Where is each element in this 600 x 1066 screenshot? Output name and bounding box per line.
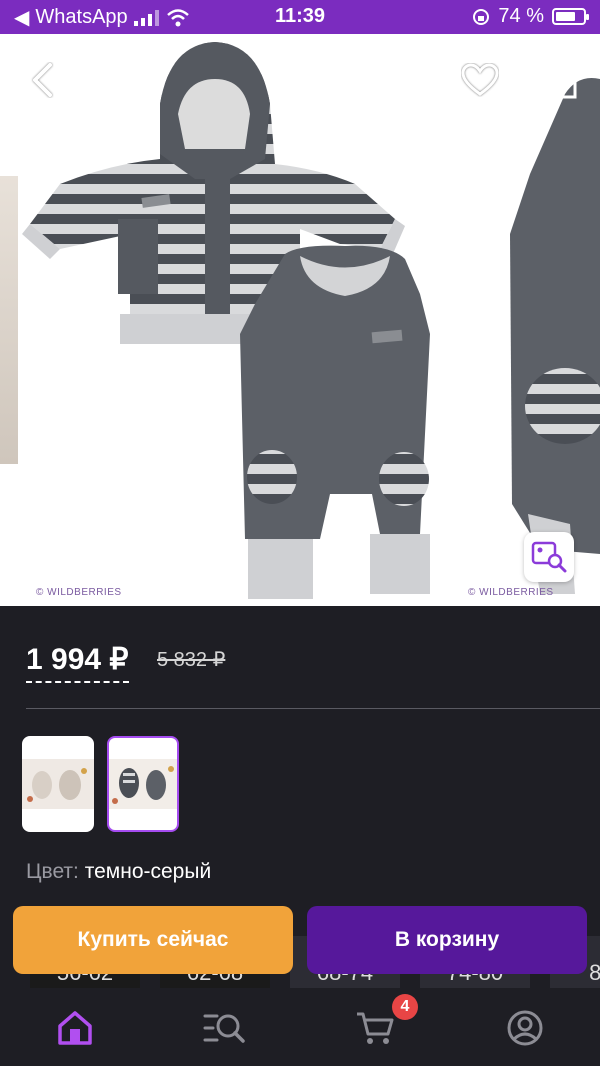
- battery-icon: [552, 8, 589, 25]
- watermark-left: © WILDBERRIES: [36, 587, 122, 598]
- share-icon: [547, 60, 577, 99]
- cart-count-badge: 4: [392, 994, 418, 1020]
- home-icon: [58, 1011, 92, 1045]
- chevron-left-icon: [33, 63, 52, 97]
- divider: [26, 708, 600, 709]
- image-search-icon: [531, 541, 567, 573]
- buy-now-button[interactable]: Купить сейчас: [13, 906, 293, 974]
- visual-search-button[interactable]: [524, 532, 574, 582]
- status-indicators: 74 %: [472, 5, 589, 28]
- old-price: 5 832 ₽: [157, 649, 226, 671]
- catalog-search-icon: [203, 1014, 245, 1043]
- tab-cart[interactable]: [353, 1006, 397, 1050]
- heart-icon: [461, 63, 499, 96]
- cart-icon: [357, 1012, 394, 1044]
- status-bar: ◀ WhatsApp 11:39 74 %: [0, 0, 600, 34]
- thumbnail-photo: [109, 759, 177, 809]
- color-row: Цвет: темно-серый: [26, 860, 211, 884]
- add-to-cart-button[interactable]: В корзину: [307, 906, 587, 974]
- tab-catalog-search[interactable]: [203, 1006, 247, 1050]
- profile-icon: [507, 1010, 543, 1046]
- color-value: темно-серый: [84, 860, 212, 883]
- tab-home[interactable]: [53, 1006, 97, 1050]
- bottom-tab-bar: [0, 988, 600, 1066]
- color-label: Цвет:: [26, 860, 79, 883]
- current-price[interactable]: 1 994 ₽: [26, 642, 129, 683]
- thumbnail-2-selected[interactable]: [107, 736, 179, 832]
- tab-profile[interactable]: [503, 1006, 547, 1050]
- battery-percent: 74 %: [498, 5, 544, 27]
- watermark-right: © WILDBERRIES: [468, 587, 554, 598]
- share-button[interactable]: [540, 56, 584, 104]
- thumbnail-1[interactable]: [22, 736, 94, 832]
- product-image-gallery[interactable]: © WILDBERRIES © WILDBERRIES: [0, 34, 600, 606]
- product-photo: [22, 42, 600, 599]
- orientation-lock-icon: [473, 8, 490, 25]
- back-button[interactable]: [22, 58, 62, 102]
- favorite-button[interactable]: [458, 58, 502, 102]
- thumbnail-photo: [22, 759, 94, 809]
